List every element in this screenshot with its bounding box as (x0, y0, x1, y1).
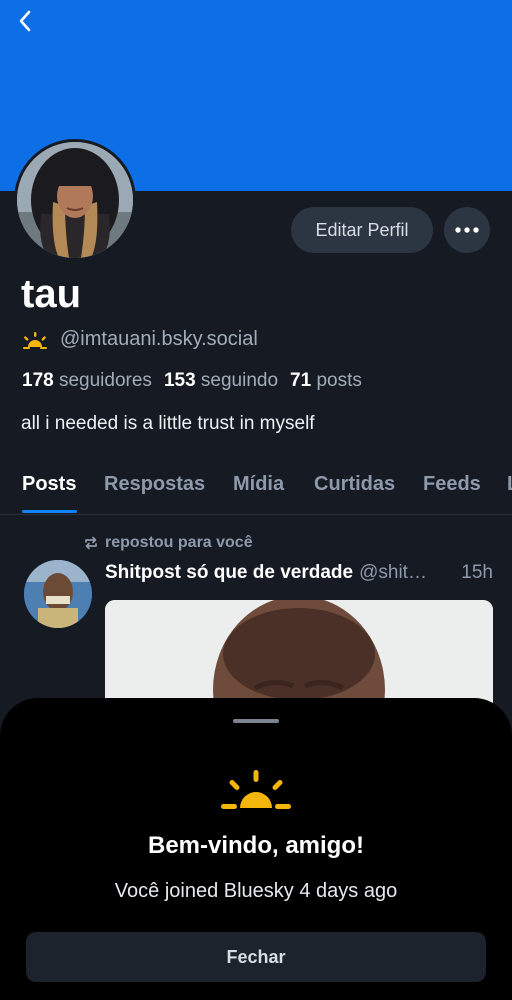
display-name: tau (21, 272, 81, 316)
avatar[interactable] (17, 142, 133, 258)
repost-indicator[interactable]: repostou para você (83, 534, 253, 552)
tab-curtidas[interactable]: Curtidas (314, 473, 395, 496)
back-button[interactable] (10, 6, 40, 36)
profile-stats: 178 seguidores 153 seguindo 71 posts (22, 370, 362, 392)
tab-feeds[interactable]: Feeds (423, 473, 481, 496)
tab-overflow[interactable]: L (507, 473, 512, 496)
sheet-drag-handle[interactable] (233, 719, 279, 723)
post-author-avatar[interactable] (24, 560, 92, 628)
handle-row: @imtauani.bsky.social (22, 328, 258, 351)
tab-posts[interactable]: Posts (22, 473, 76, 496)
repost-label: repostou para você (105, 534, 253, 551)
sheet-title: Bem-vindo, amigo! (147, 832, 364, 859)
more-options-button[interactable] (444, 207, 490, 253)
profile-bio: all i needed is a little trust in myself (21, 413, 315, 434)
tab-midia[interactable]: Mídia (233, 473, 284, 496)
following-stat[interactable]: 153 seguindo (164, 370, 278, 392)
tab-respostas[interactable]: Respostas (104, 473, 205, 496)
chevron-left-icon (19, 10, 31, 32)
profile-tabs: Posts Respostas Mídia Curtidas Feeds L (0, 470, 512, 515)
sheet-message: Você joined Bluesky 4 days ago (114, 880, 398, 902)
more-horizontal-icon (455, 227, 479, 233)
post-author-name[interactable]: Shitpost só que de verdade (105, 562, 353, 584)
sunrise-icon (220, 768, 292, 815)
post-author-handle[interactable]: @shit… (359, 562, 427, 584)
profile-avatar-frame[interactable] (14, 139, 136, 261)
edit-profile-button[interactable]: Editar Perfil (291, 207, 433, 253)
active-tab-indicator (22, 510, 77, 513)
posts-stat: 71 posts (290, 370, 362, 391)
post-timestamp: 15h (461, 562, 493, 583)
close-button[interactable]: Fechar (26, 932, 486, 982)
profile-handle: @imtauani.bsky.social (60, 328, 258, 350)
post-header: Shitpost só que de verdade @shit… 15h (105, 562, 495, 584)
followers-stat[interactable]: 178 seguidores (22, 370, 152, 392)
repost-icon (85, 536, 97, 550)
sunrise-icon (23, 331, 47, 349)
